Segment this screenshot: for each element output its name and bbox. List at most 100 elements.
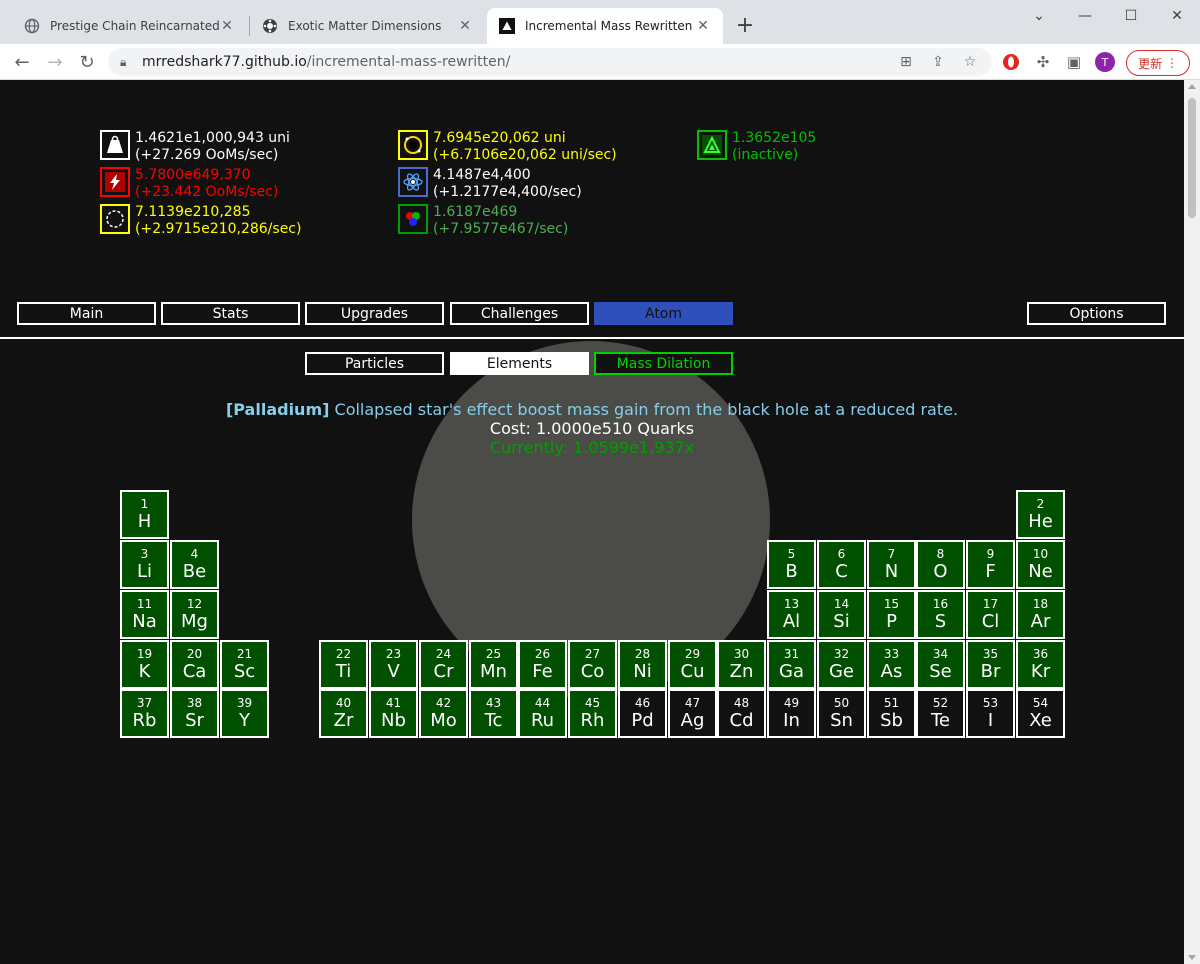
back-arrow-icon[interactable]: ← bbox=[9, 49, 35, 75]
element-symbol: C bbox=[835, 561, 848, 582]
element-cell[interactable]: 28 Ni bbox=[618, 640, 667, 689]
element-cell[interactable]: 40 Zr bbox=[319, 689, 368, 738]
element-cell[interactable]: 32 Ge bbox=[817, 640, 866, 689]
browser-tab[interactable]: Prestige Chain Reincarnated ✕ bbox=[12, 8, 247, 44]
element-cell[interactable]: 29 Cu bbox=[668, 640, 717, 689]
tab-upgrades[interactable]: Upgrades bbox=[305, 302, 444, 325]
element-cell[interactable]: 46 Pd bbox=[618, 689, 667, 738]
element-symbol: Se bbox=[929, 661, 952, 682]
element-cell[interactable]: 33 As bbox=[867, 640, 916, 689]
element-cell[interactable]: 9F bbox=[966, 540, 1015, 589]
tab-challenges[interactable]: Challenges bbox=[450, 302, 589, 325]
element-cell[interactable]: 15 P bbox=[867, 590, 916, 639]
element-cell[interactable]: 18 Ar bbox=[1016, 590, 1065, 639]
subtab-elements[interactable]: Elements bbox=[450, 352, 589, 375]
element-cell[interactable]: 49 In bbox=[767, 689, 816, 738]
element-cell[interactable]: 10 Ne bbox=[1016, 540, 1065, 589]
element-cell[interactable]: 41 Nb bbox=[369, 689, 418, 738]
element-symbol: Co bbox=[580, 661, 605, 682]
element-cell[interactable]: 7N bbox=[867, 540, 916, 589]
element-cell[interactable]: 13 Al bbox=[767, 590, 816, 639]
element-cell[interactable]: 14 Si bbox=[817, 590, 866, 639]
element-cell[interactable]: 17 Cl bbox=[966, 590, 1015, 639]
extensions-puzzle-icon[interactable]: ✣ bbox=[1031, 50, 1055, 74]
side-panel-icon[interactable]: ▣ bbox=[1062, 50, 1086, 74]
subtab-mass-dilation[interactable]: Mass Dilation bbox=[594, 352, 733, 375]
element-cell[interactable]: 23 V bbox=[369, 640, 418, 689]
element-cell[interactable]: 16 S bbox=[916, 590, 965, 639]
element-cell[interactable]: 42 Mo bbox=[419, 689, 468, 738]
element-number: 23 bbox=[385, 647, 402, 661]
close-tab-icon[interactable]: ✕ bbox=[695, 18, 711, 34]
element-cell[interactable]: 52 Te bbox=[916, 689, 965, 738]
element-cell[interactable]: 35 Br bbox=[966, 640, 1015, 689]
element-cell[interactable]: 25 Mn bbox=[469, 640, 518, 689]
tab-search-chevron-down-icon[interactable]: ⌄ bbox=[1016, 4, 1062, 28]
element-cell[interactable]: 47 Ag bbox=[668, 689, 717, 738]
address-bar[interactable]: 🔒︎ mrredshark77.github.io/incremental-ma… bbox=[108, 48, 992, 76]
element-cell[interactable]: 4 Be bbox=[170, 540, 219, 589]
element-cell[interactable]: 2 He bbox=[1016, 490, 1065, 539]
element-cell[interactable]: 53 I bbox=[966, 689, 1015, 738]
element-cell[interactable]: 3 Li bbox=[120, 540, 169, 589]
element-cell[interactable]: 36 Kr bbox=[1016, 640, 1065, 689]
element-symbol: Te bbox=[930, 710, 950, 731]
new-tab-button[interactable]: + bbox=[733, 12, 757, 40]
element-cell[interactable]: 27 Co bbox=[568, 640, 617, 689]
close-tab-icon[interactable]: ✕ bbox=[219, 18, 235, 34]
minimize-button[interactable]: — bbox=[1062, 4, 1108, 28]
element-cell[interactable]: 31 Ga bbox=[767, 640, 816, 689]
element-cell[interactable]: 54 Xe bbox=[1016, 689, 1065, 738]
element-cell[interactable]: 20 Ca bbox=[170, 640, 219, 689]
element-description: Collapsed star's effect boost mass gain … bbox=[334, 400, 959, 419]
element-number: 44 bbox=[534, 696, 551, 710]
subtab-particles[interactable]: Particles bbox=[305, 352, 444, 375]
scroll-down-icon[interactable] bbox=[1188, 955, 1196, 960]
browser-tab-active[interactable]: Incremental Mass Rewritten ✕ bbox=[487, 8, 723, 44]
element-cell[interactable]: 12 Mg bbox=[170, 590, 219, 639]
scroll-up-icon[interactable] bbox=[1188, 84, 1196, 89]
element-cell[interactable]: 44 Ru bbox=[518, 689, 567, 738]
mass-rate: (+27.269 OoMs/sec) bbox=[135, 147, 279, 163]
element-cell[interactable]: 30 Zn bbox=[717, 640, 766, 689]
element-cell[interactable]: 24 Cr bbox=[419, 640, 468, 689]
browser-tab[interactable]: Exotic Matter Dimensions ✕ bbox=[250, 8, 485, 44]
tab-main[interactable]: Main bbox=[17, 302, 156, 325]
element-cell[interactable]: 22 Ti bbox=[319, 640, 368, 689]
element-cell[interactable]: 38 Sr bbox=[170, 689, 219, 738]
tab-stats[interactable]: Stats bbox=[161, 302, 300, 325]
translate-icon[interactable]: ⊞ bbox=[894, 53, 918, 71]
tab-atom[interactable]: Atom bbox=[594, 302, 733, 325]
element-cell[interactable]: 48 Cd bbox=[717, 689, 766, 738]
element-cell[interactable]: 37 Rb bbox=[120, 689, 169, 738]
element-symbol: P bbox=[886, 611, 897, 632]
maximize-button[interactable]: ☐ bbox=[1108, 4, 1154, 28]
element-cell[interactable]: 51 Sb bbox=[867, 689, 916, 738]
page-scrollbar[interactable] bbox=[1184, 80, 1200, 964]
scrollbar-thumb[interactable] bbox=[1188, 98, 1196, 218]
element-cell[interactable]: 19 K bbox=[120, 640, 169, 689]
bookmark-star-icon[interactable]: ☆ bbox=[958, 53, 982, 71]
element-cell[interactable]: 21 Sc bbox=[220, 640, 269, 689]
close-window-button[interactable]: ✕ bbox=[1154, 4, 1200, 28]
element-cell[interactable]: 5B bbox=[767, 540, 816, 589]
element-cell[interactable]: 43 Tc bbox=[469, 689, 518, 738]
element-cell[interactable]: 34 Se bbox=[916, 640, 965, 689]
element-cell[interactable]: 26 Fe bbox=[518, 640, 567, 689]
opera-extension-icon[interactable] bbox=[999, 50, 1023, 74]
element-cell[interactable]: 39 Y bbox=[220, 689, 269, 738]
element-cell[interactable]: 8O bbox=[916, 540, 965, 589]
element-cell[interactable]: 6C bbox=[817, 540, 866, 589]
element-cell[interactable]: 11 Na bbox=[120, 590, 169, 639]
reload-icon[interactable]: ↻ bbox=[74, 49, 100, 75]
forward-arrow-icon[interactable]: → bbox=[42, 49, 68, 75]
close-tab-icon[interactable]: ✕ bbox=[457, 18, 473, 34]
element-cell[interactable]: 50 Sn bbox=[817, 689, 866, 738]
element-cell[interactable]: 1H bbox=[120, 490, 169, 539]
profile-avatar[interactable]: T bbox=[1095, 52, 1115, 72]
element-number: 41 bbox=[385, 696, 402, 710]
share-icon[interactable]: ⇪ bbox=[926, 53, 950, 71]
update-button[interactable]: 更新 ⋮ bbox=[1126, 50, 1190, 76]
element-cell[interactable]: 45 Rh bbox=[568, 689, 617, 738]
tab-options[interactable]: Options bbox=[1027, 302, 1166, 325]
